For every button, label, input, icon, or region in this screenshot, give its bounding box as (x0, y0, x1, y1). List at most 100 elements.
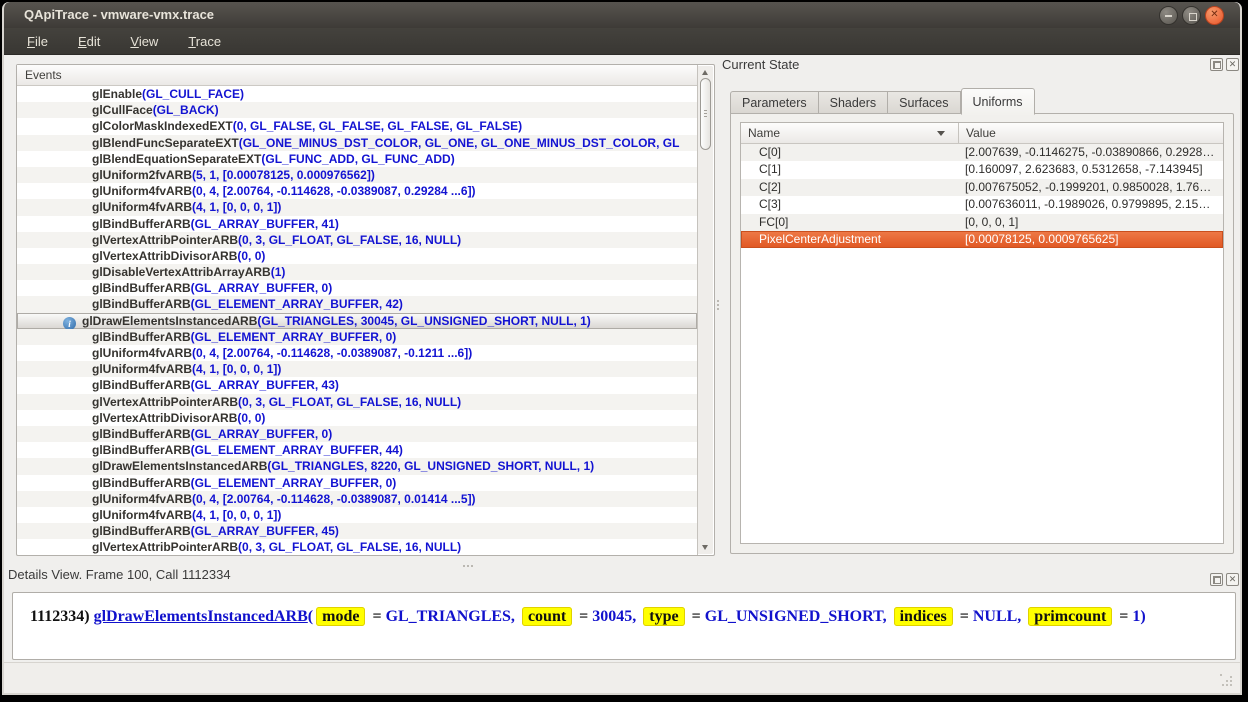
event-row[interactable]: iglBindBufferARB(GL_ARRAY_BUFFER, 41) (17, 216, 697, 232)
resize-grip-icon[interactable] (1220, 674, 1234, 688)
titlebar[interactable]: QApiTrace - vmware-vmx.trace (4, 2, 1240, 28)
event-row[interactable]: iglVertexAttribDivisorARB(0, 0) (17, 248, 697, 264)
event-function: glUniform4fvARB (92, 492, 192, 506)
param-value-type: GL_UNSIGNED_SHORT, (705, 608, 891, 625)
event-row[interactable]: iglDrawElementsInstancedARB(GL_TRIANGLES… (17, 313, 697, 329)
event-function: glBindBufferARB (92, 281, 191, 295)
event-function: glDrawElementsInstancedARB (82, 314, 257, 328)
tab-surfaces[interactable]: Surfaces (888, 91, 960, 114)
event-row[interactable]: iglDrawElementsInstancedARB(GL_TRIANGLES… (17, 458, 697, 474)
event-args: (GL_TRIANGLES, 8220, GL_UNSIGNED_SHORT, … (267, 459, 594, 473)
event-function: glUniform4fvARB (92, 346, 192, 360)
event-row[interactable]: iglVertexAttribPointerARB(0, 3, GL_FLOAT… (17, 539, 697, 555)
details-dock-close-icon[interactable] (1226, 573, 1239, 586)
event-row[interactable]: iglVertexAttribPointerARB(0, 3, GL_FLOAT… (17, 394, 697, 410)
uniform-row[interactable]: C[0][2.007639, -0.1146275, -0.03890866, … (741, 144, 1223, 161)
event-row[interactable]: iglBindBufferARB(GL_ELEMENT_ARRAY_BUFFER… (17, 475, 697, 491)
maximize-icon[interactable] (1182, 6, 1201, 25)
event-row[interactable]: iglBindBufferARB(GL_ELEMENT_ARRAY_BUFFER… (17, 329, 697, 345)
event-function: glUniform4fvARB (92, 184, 192, 198)
scroll-down-icon[interactable] (702, 545, 708, 550)
param-value-count: 30045, (592, 608, 640, 625)
uniform-row[interactable]: FC[0][0, 0, 0, 1] (741, 214, 1223, 231)
event-row[interactable]: iglDisableVertexAttribArrayARB(1) (17, 264, 697, 280)
event-row[interactable]: iglUniform4fvARB(0, 4, [2.00764, -0.1146… (17, 183, 697, 199)
column-header-value[interactable]: Value (959, 123, 1223, 143)
param-name-count: count (522, 607, 572, 626)
event-row[interactable]: iglCullFace(GL_BACK) (17, 102, 697, 118)
menu-item-edit[interactable]: Edit (67, 30, 111, 53)
param-value-indices: NULL, (973, 608, 1025, 625)
uniform-name: FC[0] (741, 214, 959, 231)
window-title: QApiTrace - vmware-vmx.trace (24, 7, 214, 22)
uniform-row[interactable]: C[1][0.160097, 2.623683, 0.5312658, -7.1… (741, 161, 1223, 178)
param-name-indices: indices (894, 607, 953, 626)
event-row[interactable]: iglBindBufferARB(GL_ELEMENT_ARRAY_BUFFER… (17, 442, 697, 458)
event-args: (4, 1, [0, 0, 0, 1]) (192, 508, 281, 522)
close-icon[interactable] (1205, 6, 1224, 25)
event-row[interactable]: iglUniform4fvARB(0, 4, [2.00764, -0.1146… (17, 491, 697, 507)
param-name-mode: mode (316, 607, 365, 626)
dock-float-icon[interactable] (1210, 58, 1223, 71)
dock-close-icon[interactable] (1226, 58, 1239, 71)
event-args: (GL_ARRAY_BUFFER, 0) (191, 427, 333, 441)
event-function: glBindBufferARB (92, 524, 191, 538)
details-view-title: Details View. Frame 100, Call 1112334 (8, 567, 231, 582)
minimize-icon[interactable] (1159, 6, 1178, 25)
details-dock-float-icon[interactable] (1210, 573, 1223, 586)
statusbar (4, 662, 1240, 693)
event-function: glVertexAttribDivisorARB (92, 411, 237, 425)
event-row[interactable]: iglUniform4fvARB(4, 1, [0, 0, 0, 1]) (17, 199, 697, 215)
horizontal-splitter[interactable] (462, 563, 474, 569)
event-row[interactable]: iglBindBufferARB(GL_ARRAY_BUFFER, 45) (17, 523, 697, 539)
event-row[interactable]: iglBindBufferARB(GL_ARRAY_BUFFER, 0) (17, 280, 697, 296)
event-row[interactable]: iglVertexAttribPointerARB(0, 3, GL_FLOAT… (17, 232, 697, 248)
uniform-row[interactable]: C[2][0.007675052, -0.1999201, 0.9850028,… (741, 179, 1223, 196)
column-header-name[interactable]: Name (741, 123, 959, 143)
event-row[interactable]: iglBindBufferARB(GL_ARRAY_BUFFER, 0) (17, 426, 697, 442)
window-controls (1159, 6, 1224, 25)
event-function: glBindBufferARB (92, 378, 191, 392)
event-args: (GL_CULL_FACE) (142, 87, 244, 101)
scroll-up-icon[interactable] (702, 70, 708, 75)
event-function: glColorMaskIndexedEXT (92, 119, 233, 133)
event-row[interactable]: iglUniform4fvARB(0, 4, [2.00764, -0.1146… (17, 345, 697, 361)
tab-uniforms[interactable]: Uniforms (961, 88, 1035, 115)
current-state-title: Current State (722, 57, 799, 72)
details-view-content: 1112334) glDrawElementsInstancedARB(mode… (12, 592, 1236, 660)
event-function: glBindBufferARB (92, 443, 191, 457)
tab-shaders[interactable]: Shaders (819, 91, 889, 114)
event-args: (GL_ELEMENT_ARRAY_BUFFER, 0) (191, 476, 397, 490)
event-row[interactable]: iglUniform2fvARB(5, 1, [0.00078125, 0.00… (17, 167, 697, 183)
event-row[interactable]: iglBlendFuncSeparateEXT(GL_ONE_MINUS_DST… (17, 135, 697, 151)
tab-parameters[interactable]: Parameters (730, 91, 819, 114)
event-args: (GL_ELEMENT_ARRAY_BUFFER, 42) (191, 297, 403, 311)
event-args: (GL_ARRAY_BUFFER, 0) (191, 281, 333, 295)
param-name-primcount: primcount (1028, 607, 1112, 626)
uniform-row[interactable]: C[3][0.007636011, -0.1989026, 0.9799895,… (741, 196, 1223, 213)
event-row[interactable]: iglVertexAttribDivisorARB(0, 0) (17, 410, 697, 426)
event-args: (GL_ELEMENT_ARRAY_BUFFER, 44) (191, 443, 403, 457)
event-row[interactable]: iglColorMaskIndexedEXT(0, GL_FALSE, GL_F… (17, 118, 697, 134)
call-function-link[interactable]: glDrawElementsInstancedARB (94, 608, 308, 625)
event-args: (GL_ARRAY_BUFFER, 41) (191, 217, 339, 231)
events-panel: Events iglEnable(GL_CULL_FACE)iglCullFac… (16, 64, 715, 556)
events-scrollbar[interactable] (698, 66, 713, 554)
vertical-splitter[interactable] (716, 298, 719, 312)
event-row[interactable]: iglUniform4fvARB(4, 1, [0, 0, 0, 1]) (17, 361, 697, 377)
menu-item-trace[interactable]: Trace (177, 30, 232, 53)
event-args: (0, 0) (237, 411, 265, 425)
event-args: (4, 1, [0, 0, 0, 1]) (192, 362, 281, 376)
param-value-mode: GL_TRIANGLES, (386, 608, 519, 625)
menu-item-view[interactable]: View (119, 30, 169, 53)
event-args: (0, 4, [2.00764, -0.114628, -0.0389087, … (192, 492, 476, 506)
event-function: glBindBufferARB (92, 476, 191, 490)
event-row[interactable]: iglBindBufferARB(GL_ELEMENT_ARRAY_BUFFER… (17, 296, 697, 312)
menu-item-file[interactable]: File (16, 30, 59, 53)
event-row[interactable]: iglBlendEquationSeparateEXT(GL_FUNC_ADD,… (17, 151, 697, 167)
event-row[interactable]: iglEnable(GL_CULL_FACE) (17, 86, 697, 102)
scrollbar-thumb[interactable] (700, 78, 711, 150)
event-row[interactable]: iglBindBufferARB(GL_ARRAY_BUFFER, 43) (17, 377, 697, 393)
uniform-row[interactable]: PixelCenterAdjustment[0.00078125, 0.0009… (741, 231, 1223, 248)
event-row[interactable]: iglUniform4fvARB(4, 1, [0, 0, 0, 1]) (17, 507, 697, 523)
